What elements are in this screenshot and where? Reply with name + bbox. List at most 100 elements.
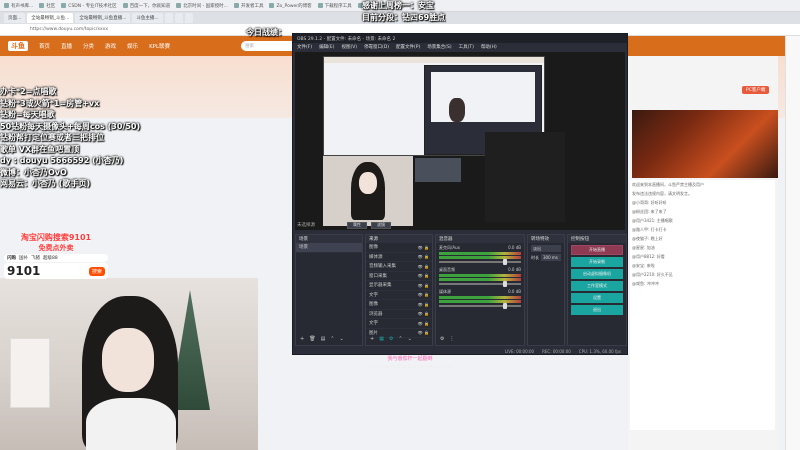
preview-block bbox=[415, 158, 461, 182]
visibility-lock-icon[interactable]: 👁 🔒 bbox=[418, 292, 429, 297]
more-icon[interactable]: ⋮ bbox=[449, 336, 454, 342]
pc-client-button[interactable]: PC客户端 bbox=[742, 86, 770, 94]
source-label: 文字 bbox=[369, 321, 378, 327]
transition-select[interactable]: 淡出 bbox=[531, 245, 561, 252]
nav-item[interactable]: KPL联赛 bbox=[149, 42, 170, 50]
source-item[interactable]: 音频输入采集 👁 🔒 bbox=[366, 262, 432, 272]
bookmark-item[interactable]: Zo_Power的博客 bbox=[269, 3, 312, 9]
duration-input[interactable]: 300 ms bbox=[541, 254, 561, 261]
page-scrollbar[interactable] bbox=[785, 36, 800, 450]
start-recording-button[interactable]: 开始录制 bbox=[571, 257, 623, 267]
browser-tab[interactable] bbox=[184, 13, 193, 23]
properties-button[interactable]: 属性 bbox=[347, 221, 367, 229]
settings-icon[interactable]: ⚙ bbox=[440, 336, 444, 342]
filter-icon[interactable]: ▤ bbox=[321, 336, 326, 342]
bookmark-item[interactable]: 开发者工具 bbox=[233, 3, 263, 9]
lyric-chinese: 我与番茄杆一起翻倒 bbox=[387, 356, 433, 362]
visibility-lock-icon[interactable]: 👁 🔒 bbox=[418, 283, 429, 288]
source-item[interactable]: 媒体源 👁 🔒 bbox=[366, 253, 432, 262]
settings-button[interactable]: 设置 bbox=[571, 293, 623, 303]
obs-menu-item[interactable]: 工具(T) bbox=[459, 44, 474, 50]
virtual-camera-button[interactable]: 启动虚拟摄像机 bbox=[571, 269, 623, 279]
ad-banner[interactable] bbox=[632, 110, 778, 178]
browser-tab[interactable] bbox=[174, 13, 183, 23]
obs-statusbar: LIVE: 00:00:00 REC: 00:00:00 CPU: 1.3%, … bbox=[293, 348, 627, 355]
obs-menu-item[interactable]: 配置文件(P) bbox=[396, 44, 420, 50]
site-logo[interactable]: 斗鱼 bbox=[8, 41, 28, 51]
tag: 超级88 bbox=[43, 256, 58, 261]
browser-tab[interactable]: 斗鱼主播... bbox=[132, 13, 163, 23]
visibility-lock-icon[interactable]: 👁 🔒 bbox=[418, 254, 429, 259]
chat-message: 欢迎来到本直播间，斗鱼严禁主播及用户 bbox=[632, 182, 704, 187]
nav-item[interactable]: 游戏 bbox=[105, 42, 116, 50]
up-icon[interactable]: ⌃ bbox=[330, 336, 334, 342]
volume-slider[interactable] bbox=[439, 303, 521, 309]
source-item[interactable]: 浏览器 👁 🔒 bbox=[366, 310, 432, 319]
obs-menu-item[interactable]: 编辑(E) bbox=[319, 44, 334, 50]
bookmark-item[interactable]: 下载程序工具 bbox=[317, 3, 352, 9]
bookmark-item[interactable]: 社区 bbox=[39, 3, 55, 9]
obs-menu-item[interactable]: 场景集合(S) bbox=[427, 44, 451, 50]
source-item[interactable]: 图像 👁 🔒 bbox=[366, 243, 432, 253]
source-item[interactable]: 图像 👁 🔒 bbox=[366, 300, 432, 310]
start-streaming-button[interactable]: 开始直播 bbox=[571, 245, 623, 255]
scene-item[interactable]: 场景 bbox=[296, 243, 362, 253]
volume-slider[interactable] bbox=[439, 259, 521, 265]
browser-tab[interactable] bbox=[164, 13, 173, 23]
chat-message: @用户3421: 主播唱歌 bbox=[632, 218, 673, 223]
bookmark-item[interactable]: CSDN - 专业IT技术社区 bbox=[61, 3, 117, 9]
source-item[interactable]: 窗口采集 👁 🔒 bbox=[366, 272, 432, 281]
bookmark-icon bbox=[4, 3, 9, 8]
browser-tab[interactable]: 页面... bbox=[4, 13, 26, 23]
preview-dark-area bbox=[485, 132, 565, 222]
channel-db: 0.0 dB bbox=[508, 267, 521, 272]
visibility-lock-icon[interactable]: 👁 🔒 bbox=[418, 311, 429, 316]
browser-tab[interactable]: 全站最畅销_斗鱼直播... bbox=[75, 13, 131, 23]
visibility-lock-icon[interactable]: 👁 🔒 bbox=[418, 273, 429, 278]
taobao-search-button[interactable]: 搜索 bbox=[88, 266, 105, 276]
visibility-lock-icon[interactable]: 👁 🔒 bbox=[418, 302, 429, 307]
channel-db: 0.0 dB bbox=[508, 245, 521, 250]
add-icon[interactable]: + bbox=[300, 336, 304, 342]
url-text[interactable]: https://www.douyu.com/topic/xxxx bbox=[30, 27, 108, 32]
studio-mode-button[interactable]: 工作室模式 bbox=[571, 281, 623, 291]
nav-item[interactable]: 首页 bbox=[39, 42, 50, 50]
down-icon[interactable]: ⌄ bbox=[340, 336, 344, 342]
browser-tab[interactable]: 全站最畅销_斗鱼... bbox=[27, 13, 74, 23]
volume-slider[interactable] bbox=[439, 281, 521, 287]
source-item[interactable]: 文字 👁 🔒 bbox=[366, 291, 432, 300]
bookmark-icon bbox=[233, 3, 239, 8]
nav-item[interactable]: 直播 bbox=[61, 42, 72, 50]
gear-icon[interactable]: ⚙ bbox=[389, 336, 393, 342]
trash-icon[interactable]: ▦ bbox=[379, 336, 384, 342]
obs-menu-item[interactable]: 视图(V) bbox=[341, 44, 357, 50]
bookmark-item[interactable]: 有声书库... bbox=[4, 3, 33, 9]
bookmark-label: Zo_Power的博客 bbox=[276, 3, 312, 9]
source-item[interactable]: 文字 👁 🔒 bbox=[366, 319, 432, 329]
exit-button[interactable]: 退出 bbox=[571, 305, 623, 315]
add-icon[interactable]: + bbox=[370, 336, 374, 342]
overlay-info-line: 钻粉=每天唱歌 bbox=[0, 110, 55, 119]
obs-preview[interactable] bbox=[295, 52, 625, 230]
nav-item[interactable]: 分类 bbox=[83, 42, 94, 50]
visibility-lock-icon[interactable]: 👁 🔒 bbox=[418, 330, 429, 335]
trash-icon[interactable]: 🗑 bbox=[309, 336, 315, 342]
bookmark-item[interactable]: 百度一下，你就知道 bbox=[122, 3, 170, 9]
obs-menu-item[interactable]: 文件(F) bbox=[297, 44, 312, 50]
up-icon[interactable]: ⌃ bbox=[398, 336, 402, 342]
bookmark-icon bbox=[39, 3, 45, 8]
filters-button[interactable]: 滤镜 bbox=[371, 221, 391, 229]
visibility-lock-icon[interactable]: 👁 🔒 bbox=[418, 321, 429, 326]
down-icon[interactable]: ⌄ bbox=[408, 336, 412, 342]
visibility-lock-icon[interactable]: 👁 🔒 bbox=[418, 245, 429, 250]
visibility-lock-icon[interactable]: 👁 🔒 bbox=[418, 264, 429, 269]
bookmark-item[interactable]: 北京时间 - 国家授时... bbox=[176, 3, 228, 9]
obs-menu-item[interactable]: 停靠窗口(D) bbox=[364, 44, 389, 50]
obs-window: OBS 29.1.2 - 配置文件: 未命名 - 场景: 未命名 2 文件(F)… bbox=[292, 33, 628, 355]
no-source-label: 未选择源 bbox=[297, 223, 315, 228]
bookmark-label: 有声书库... bbox=[11, 3, 34, 9]
obs-menu-item[interactable]: 帮助(H) bbox=[481, 44, 497, 50]
scenes-dock: 场景 场景 + 🗑 ▤ ⌃ ⌄ bbox=[295, 234, 363, 346]
source-item[interactable]: 显示器采集 👁 🔒 bbox=[366, 281, 432, 291]
nav-item[interactable]: 娱乐 bbox=[127, 42, 138, 50]
